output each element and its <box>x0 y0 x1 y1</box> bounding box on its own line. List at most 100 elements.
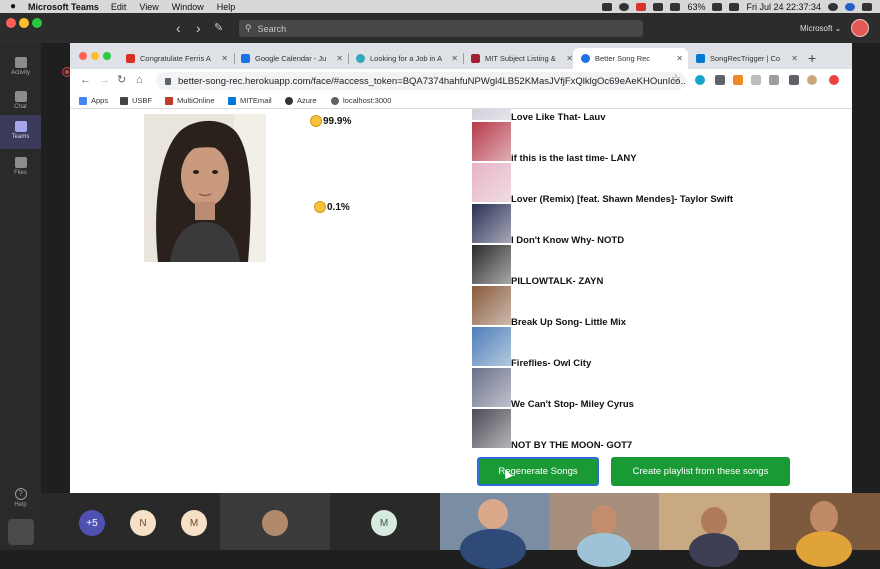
tab-gmail[interactable]: Congratulate Ferris A ✕ <box>118 48 233 69</box>
record-status-icon[interactable] <box>636 2 647 11</box>
forward-arrow-icon[interactable]: › <box>196 21 201 35</box>
extension-icon[interactable] <box>769 75 779 85</box>
participant-face <box>478 499 508 529</box>
close-window-button[interactable] <box>6 18 16 28</box>
minimize-window-button[interactable] <box>19 18 29 28</box>
close-tab-icon[interactable]: ✕ <box>451 54 458 63</box>
puzzle-icon[interactable] <box>789 75 799 85</box>
bookmark-azure[interactable]: Azure <box>285 96 317 105</box>
bookmark-star-icon[interactable]: ☆ <box>671 73 681 85</box>
participant-avatar[interactable]: N <box>130 510 156 536</box>
bookmark-label: localhost:3000 <box>343 96 392 105</box>
forward-icon[interactable]: → <box>99 74 110 86</box>
close-tab-icon[interactable]: ✕ <box>566 54 573 63</box>
browser-close-button[interactable] <box>79 52 87 60</box>
spotlight-icon[interactable] <box>828 2 838 11</box>
rail-activity[interactable]: Activity <box>0 51 41 85</box>
menu-edit[interactable]: Edit <box>111 2 127 12</box>
bookmark-mitemail[interactable]: MITEmail <box>228 96 272 105</box>
rail-label: Help <box>14 502 27 508</box>
participant-video-tile[interactable] <box>770 493 880 567</box>
rail-files[interactable]: Files <box>0 151 41 185</box>
tab-songrectrigger[interactable]: SongRecTrigger | Co ✕ <box>688 48 803 69</box>
compose-icon[interactable]: ✎ <box>214 21 223 35</box>
status-icon[interactable] <box>619 2 630 11</box>
back-arrow-icon[interactable]: ‹ <box>176 21 181 35</box>
browser-maximize-button[interactable] <box>103 52 111 60</box>
device-settings-icon[interactable] <box>8 519 34 545</box>
participant-avatar[interactable]: M <box>181 510 207 536</box>
search-placeholder: Search <box>257 23 287 34</box>
battery-percent[interactable]: 63% <box>687 2 705 12</box>
flag-icon[interactable] <box>729 2 740 11</box>
teams-title-bar: ‹ › ✎ ⚲ Search Microsoft ⌄ <box>0 13 880 43</box>
rail-chat[interactable]: Chat <box>0 85 41 119</box>
menu-window[interactable]: Window <box>172 2 204 12</box>
browser-minimize-button[interactable] <box>91 52 99 60</box>
close-tab-icon[interactable]: ✕ <box>676 54 683 63</box>
siri-icon[interactable] <box>845 2 855 11</box>
extension-icon[interactable] <box>733 75 743 85</box>
new-tab-button[interactable]: + <box>808 50 816 66</box>
emotion-score-neutral: 99.9% <box>310 115 351 127</box>
address-bar[interactable]: better-song-rec.herokuapp.com/face/#acce… <box>156 72 686 90</box>
browser-toolbar: ← → ↻ ⌂ better-song-rec.herokuapp.com/fa… <box>70 69 852 93</box>
bookmark-apps[interactable]: Apps <box>79 96 108 105</box>
outlook-icon <box>228 96 236 105</box>
globe-icon <box>581 54 590 63</box>
battery-icon[interactable] <box>712 2 723 11</box>
globe-icon <box>331 96 339 105</box>
profile-avatar[interactable] <box>807 75 817 85</box>
participant-body <box>796 531 852 567</box>
org-switcher[interactable]: Microsoft ⌄ <box>800 24 841 33</box>
url-text: better-song-rec.herokuapp.com/face/#acce… <box>178 75 686 87</box>
dropbox-icon[interactable] <box>602 2 613 11</box>
sound-icon[interactable] <box>653 2 664 11</box>
bookmarks-bar: Apps USBF MultiOnline MITEmail Azure loc… <box>70 93 852 109</box>
close-tab-icon[interactable]: ✕ <box>791 54 798 63</box>
rail-teams[interactable]: Teams <box>0 115 41 149</box>
tab-job-search[interactable]: Looking for a Job in A ✕ <box>348 48 463 69</box>
app-menu[interactable]: Microsoft Teams <box>28 2 99 12</box>
close-tab-icon[interactable]: ✕ <box>221 54 228 63</box>
participant-video-tile[interactable] <box>549 493 659 567</box>
lock-icon <box>165 77 171 85</box>
bookmark-usbf[interactable]: USBF <box>120 96 152 105</box>
bell-icon <box>14 57 27 68</box>
extension-icon[interactable] <box>751 75 761 85</box>
tab-mit-subject-listing[interactable]: MIT Subject Listing & ✕ <box>463 48 578 69</box>
clock[interactable]: Fri Jul 24 22:37:34 <box>746 2 821 12</box>
reload-icon[interactable]: ↻ <box>117 74 126 86</box>
extension-icon[interactable] <box>695 75 705 85</box>
calendar-icon <box>241 54 250 63</box>
cube-icon <box>120 96 128 105</box>
tab-google-calendar[interactable]: Google Calendar - Ju ✕ <box>233 48 348 69</box>
wifi-icon[interactable] <box>670 2 681 11</box>
regenerate-songs-button[interactable]: Regenerate Songs <box>477 457 599 486</box>
create-playlist-button[interactable]: Create playlist from these songs <box>611 457 790 486</box>
participant-video-tile[interactable] <box>440 493 549 569</box>
back-icon[interactable]: ← <box>80 74 91 86</box>
teams-search-box[interactable]: ⚲ Search <box>239 20 643 37</box>
bookmark-localhost[interactable]: localhost:3000 <box>331 96 391 105</box>
tab-better-song-rec[interactable]: Better Song Rec ✕ <box>573 48 688 69</box>
extension-icon[interactable] <box>829 75 839 85</box>
apple-menu-icon[interactable]: ● <box>10 1 16 12</box>
participant-video-tile[interactable] <box>659 493 770 567</box>
rocket-extension-icon[interactable] <box>715 75 725 85</box>
notification-center-icon[interactable] <box>862 2 872 11</box>
teams-app-rail: Activity Chat Teams Files ? Help <box>0 43 41 550</box>
close-tab-icon[interactable]: ✕ <box>336 54 343 63</box>
overflow-participants-badge[interactable]: +5 <box>79 510 105 536</box>
maximize-window-button[interactable] <box>32 18 42 28</box>
bookmark-label: MITEmail <box>240 96 272 105</box>
bookmark-multionline[interactable]: MultiOnline <box>165 96 215 105</box>
menu-help[interactable]: Help <box>217 2 236 12</box>
rail-help[interactable]: ? Help <box>0 488 41 508</box>
user-avatar[interactable] <box>851 19 869 37</box>
menu-view[interactable]: View <box>139 2 158 12</box>
home-icon[interactable]: ⌂ <box>136 74 143 86</box>
participant-tile[interactable] <box>220 493 330 550</box>
rail-label: Teams <box>11 134 30 140</box>
participant-avatar[interactable]: M <box>371 510 397 536</box>
